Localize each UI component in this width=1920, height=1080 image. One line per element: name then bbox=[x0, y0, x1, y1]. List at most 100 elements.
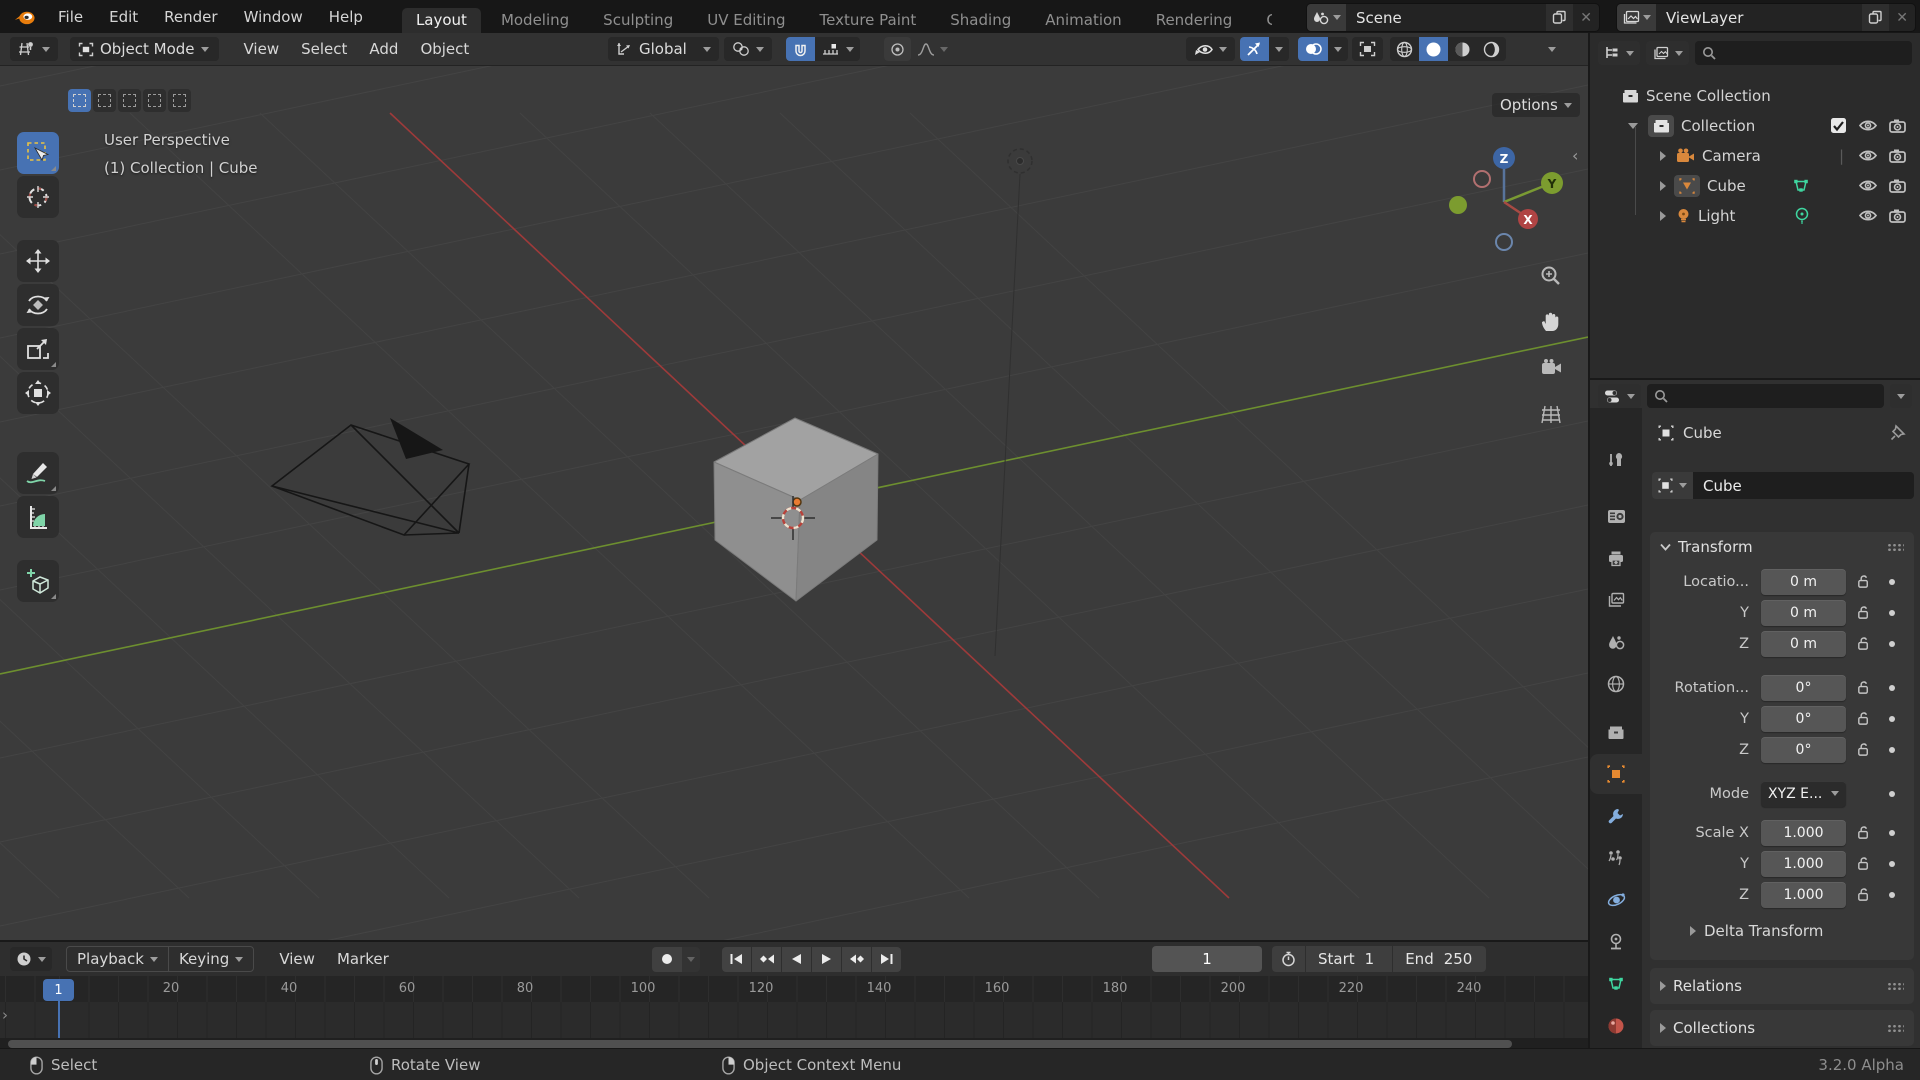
menu-add[interactable]: Add bbox=[358, 40, 409, 58]
workspace-tab-texture-paint[interactable]: Texture Paint bbox=[805, 8, 930, 33]
light-data-icon[interactable] bbox=[1794, 207, 1810, 224]
tool-select-box[interactable] bbox=[17, 132, 59, 174]
viewlayer-browse-button[interactable] bbox=[1617, 4, 1656, 31]
proportional-edit-toggle[interactable] bbox=[884, 37, 911, 61]
tab-render[interactable] bbox=[1590, 496, 1642, 536]
snap-toggle[interactable] bbox=[786, 37, 815, 61]
jump-to-end-button[interactable] bbox=[872, 946, 901, 972]
tab-scene[interactable] bbox=[1590, 622, 1642, 662]
rotation-x-field[interactable]: 0° bbox=[1761, 674, 1846, 701]
animate-dot[interactable] bbox=[1889, 790, 1895, 797]
location-x-field[interactable]: 0 m bbox=[1761, 568, 1846, 595]
animate-dot[interactable] bbox=[1889, 891, 1895, 898]
drag-handle[interactable] bbox=[1887, 542, 1904, 552]
animate-dot[interactable] bbox=[1889, 746, 1895, 753]
animate-dot[interactable] bbox=[1889, 715, 1895, 722]
start-frame-value[interactable]: 1 bbox=[1363, 950, 1389, 968]
menu-edit[interactable]: Edit bbox=[96, 0, 151, 33]
outliner-row-light[interactable]: Light bbox=[1590, 201, 1920, 230]
lock-icon[interactable] bbox=[1856, 887, 1871, 902]
sidebar-collapse-icon[interactable]: ‹ bbox=[1572, 146, 1578, 165]
pin-icon[interactable] bbox=[1890, 424, 1906, 441]
rotation-y-field[interactable]: 0° bbox=[1761, 705, 1846, 732]
tab-constraints[interactable] bbox=[1590, 922, 1642, 962]
workspace-tab-modeling[interactable]: Modeling bbox=[487, 8, 583, 33]
next-keyframe-button[interactable] bbox=[842, 946, 871, 972]
tool-transform[interactable] bbox=[17, 372, 59, 414]
end-frame-value[interactable]: 250 bbox=[1442, 950, 1483, 968]
scale-z-field[interactable]: 1.000 bbox=[1761, 881, 1846, 908]
play-reverse-button[interactable] bbox=[782, 946, 811, 972]
location-z-field[interactable]: 0 m bbox=[1761, 630, 1846, 657]
scale-x-field[interactable]: 1.000 bbox=[1761, 819, 1846, 846]
outliner-filter-dropdown[interactable] bbox=[1598, 41, 1640, 65]
jump-to-start-button[interactable] bbox=[722, 946, 751, 972]
lock-icon[interactable] bbox=[1856, 742, 1871, 757]
current-frame-field[interactable]: 1 bbox=[1152, 946, 1262, 972]
lock-icon[interactable] bbox=[1856, 680, 1871, 695]
disable-render-camera-icon[interactable] bbox=[1889, 119, 1906, 133]
select-mode-new-button[interactable] bbox=[68, 89, 91, 112]
animate-dot[interactable] bbox=[1889, 860, 1895, 867]
shading-wireframe-button[interactable] bbox=[1390, 37, 1419, 61]
menu-timeline-view[interactable]: View bbox=[268, 950, 326, 968]
disable-render-camera-icon[interactable] bbox=[1889, 179, 1906, 193]
tool-cursor[interactable] bbox=[17, 176, 59, 218]
select-mode-invert-button[interactable] bbox=[143, 89, 166, 112]
lock-icon[interactable] bbox=[1856, 711, 1871, 726]
relations-panel[interactable]: Relations bbox=[1650, 968, 1914, 1004]
mode-dropdown[interactable]: Object Mode bbox=[70, 37, 219, 61]
location-y-field[interactable]: 0 m bbox=[1761, 599, 1846, 626]
show-hide-dropdown[interactable] bbox=[1186, 37, 1235, 61]
menu-select[interactable]: Select bbox=[290, 40, 358, 58]
outliner-row-camera[interactable]: Camera | bbox=[1590, 141, 1920, 170]
tool-annotate[interactable] bbox=[17, 452, 59, 494]
viewport-3d[interactable]: User Perspective (1) Collection | Cube O… bbox=[0, 66, 1588, 940]
lock-icon[interactable] bbox=[1856, 605, 1871, 620]
rotation-mode-dropdown[interactable]: XYZ E... bbox=[1761, 780, 1846, 807]
menu-object[interactable]: Object bbox=[409, 40, 480, 58]
hide-eye-icon[interactable] bbox=[1859, 119, 1877, 132]
tab-output[interactable] bbox=[1590, 538, 1642, 578]
object-name-input[interactable]: Cube bbox=[1693, 472, 1914, 499]
tool-rotate[interactable] bbox=[17, 284, 59, 326]
scene-copy-button[interactable] bbox=[1546, 4, 1574, 31]
drag-handle[interactable] bbox=[1887, 1023, 1904, 1033]
menu-render[interactable]: Render bbox=[151, 0, 230, 33]
lock-icon[interactable] bbox=[1856, 574, 1871, 589]
shading-dropdown[interactable] bbox=[1548, 46, 1556, 52]
auto-keying-toggle[interactable] bbox=[652, 946, 682, 972]
lock-icon[interactable] bbox=[1856, 636, 1871, 651]
timeline-editor-type-button[interactable] bbox=[10, 947, 52, 971]
delta-transform-toggle[interactable]: Delta Transform bbox=[1690, 922, 1914, 940]
tab-tool[interactable] bbox=[1590, 440, 1642, 480]
animate-dot[interactable] bbox=[1889, 684, 1895, 691]
playhead-line[interactable] bbox=[58, 1000, 60, 1038]
tab-object-active[interactable] bbox=[1590, 754, 1642, 794]
zoom-widget[interactable] bbox=[1538, 263, 1564, 289]
cube-expand-icon[interactable] bbox=[1660, 180, 1666, 191]
camera-view-widget[interactable] bbox=[1538, 355, 1564, 381]
mesh-data-icon[interactable] bbox=[1792, 178, 1810, 194]
tab-object-data[interactable] bbox=[1590, 964, 1642, 1004]
gizmos-toggle[interactable] bbox=[1240, 37, 1269, 61]
timeline-ruler[interactable]: 20 40 60 80 100 120 140 160 180 200 220 … bbox=[0, 976, 1588, 1002]
workspace-tab-layout[interactable]: Layout bbox=[401, 8, 481, 33]
menu-help[interactable]: Help bbox=[316, 0, 376, 33]
use-preview-range-toggle[interactable] bbox=[1276, 951, 1301, 967]
light-expand-icon[interactable] bbox=[1660, 210, 1666, 221]
workspace-tab-animation[interactable]: Animation bbox=[1031, 8, 1135, 33]
viewlayer-copy-button[interactable] bbox=[1862, 4, 1890, 31]
workspace-tab-compositing-clipped[interactable]: C bbox=[1252, 8, 1272, 33]
collection-expand-icon[interactable] bbox=[1628, 122, 1638, 129]
workspace-tab-sculpting[interactable]: Sculpting bbox=[589, 8, 687, 33]
animate-dot[interactable] bbox=[1889, 609, 1895, 616]
timeline-expand-icon[interactable]: › bbox=[2, 1006, 8, 1024]
tool-scale[interactable] bbox=[17, 328, 59, 370]
tab-particles[interactable] bbox=[1590, 838, 1642, 878]
hide-eye-icon[interactable] bbox=[1859, 179, 1877, 192]
navigation-gizmo[interactable]: Z Y X bbox=[1444, 142, 1564, 262]
scene-unlink-button[interactable]: ✕ bbox=[1573, 4, 1599, 31]
transform-orientation-dropdown[interactable]: Global bbox=[608, 37, 719, 61]
editor-type-button[interactable] bbox=[10, 37, 58, 61]
